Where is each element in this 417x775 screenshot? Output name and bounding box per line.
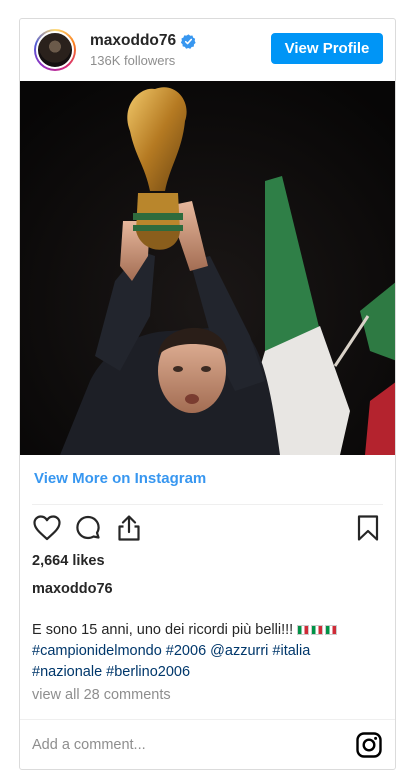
view-more-link[interactable]: View More on Instagram	[34, 470, 206, 487]
instagram-logo-icon[interactable]	[355, 731, 383, 759]
username-row: maxoddo76	[90, 32, 196, 50]
add-comment-input[interactable]: Add a comment...	[32, 737, 146, 753]
divider	[32, 504, 383, 505]
italy-flag-icon	[297, 622, 339, 638]
share-icon[interactable]	[114, 513, 144, 543]
caption-hashtags-line1[interactable]: #campionidelmondo #2006 @azzurri #italia	[32, 643, 310, 659]
post-image[interactable]	[20, 81, 395, 455]
caption: E sono 15 anni, uno dei ricordi più bell…	[32, 620, 382, 683]
view-all-comments-link[interactable]: view all 28 comments	[32, 687, 171, 703]
avatar[interactable]	[34, 29, 76, 71]
comment-icon[interactable]	[73, 513, 103, 543]
followers-count: 136K followers	[90, 53, 176, 68]
post-photo-illustration	[20, 81, 395, 455]
verified-badge-icon	[181, 33, 196, 49]
view-more-section: View More on Instagram	[20, 455, 395, 505]
caption-hashtags-line2[interactable]: #nazionale #berlino2006	[32, 664, 190, 680]
bookmark-icon[interactable]	[353, 513, 383, 543]
instagram-embed-card: maxoddo76 136K followers View Profile Vi…	[19, 18, 396, 770]
likes-count[interactable]: 2,664 likes	[32, 553, 105, 569]
caption-author[interactable]: maxoddo76	[32, 581, 113, 597]
username[interactable]: maxoddo76	[90, 32, 176, 50]
post-header: maxoddo76 136K followers View Profile	[20, 19, 395, 81]
caption-text: E sono 15 anni, uno dei ricordi più bell…	[32, 622, 294, 638]
view-profile-button[interactable]: View Profile	[271, 33, 383, 64]
avatar-image	[36, 31, 74, 69]
comment-footer: Add a comment...	[20, 719, 395, 769]
heart-icon[interactable]	[32, 513, 62, 543]
action-bar	[20, 513, 395, 545]
